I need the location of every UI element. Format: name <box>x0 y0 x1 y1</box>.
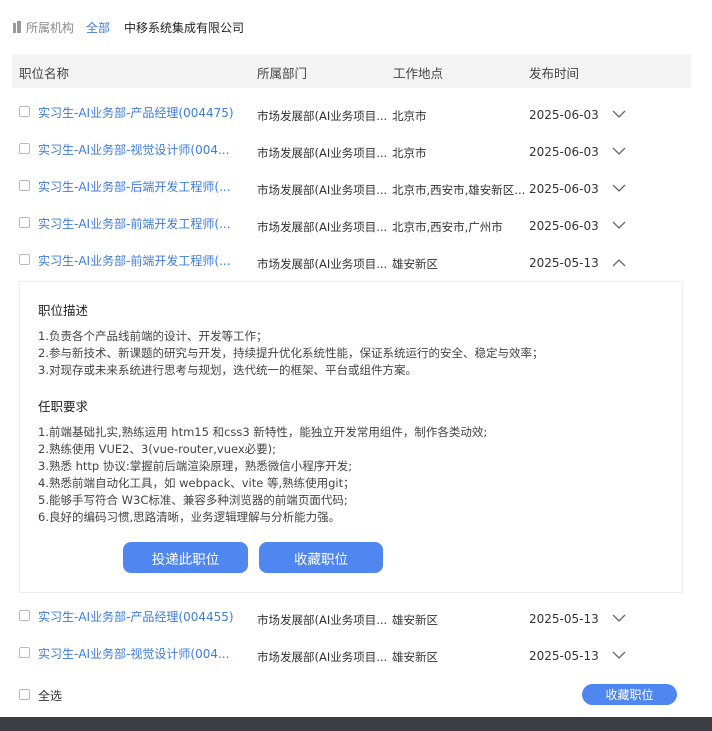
job-title-link[interactable]: 实习生-AI业务部-前端开发工程师(... <box>38 215 238 232</box>
job-title-link[interactable]: 实习生-AI业务部-产品经理(004455) <box>38 608 238 625</box>
chevron-down-icon[interactable] <box>612 110 626 119</box>
job-location: 北京市,西安市,广州市 <box>392 220 503 234</box>
requirement-line: 5.能够手写符合 W3C标准、兼容多种浏览器的前端页面代码; <box>38 493 348 507</box>
job-date: 2025-05-13 <box>529 256 599 270</box>
job-location: 北京市 <box>392 109 427 123</box>
org-filter-all-link[interactable]: 全部 <box>86 19 110 36</box>
requirement-line: 2.熟练使用 VUE2、3(vue-router,vuex必要); <box>38 442 277 456</box>
job-dept: 市场发展部(AI业务项目... <box>257 650 388 664</box>
select-all-label[interactable]: 全选 <box>38 687 62 704</box>
org-filter-label: 所属机构 <box>26 20 75 35</box>
job-dept: 市场发展部(AI业务项目... <box>257 220 388 234</box>
job-title-link[interactable]: 实习生-AI业务部-前端开发工程师(... <box>38 252 238 269</box>
job-location: 雄安新区 <box>392 257 438 271</box>
job-date: 2025-06-03 <box>529 219 599 233</box>
row-checkbox[interactable] <box>19 143 30 154</box>
bulk-favorite-button[interactable]: 收藏职位 <box>582 684 677 705</box>
table-row[interactable]: 实习生-AI业务部-视觉设计师(004... 市场发展部(AI业务项目... 北… <box>12 135 691 172</box>
chevron-down-icon[interactable] <box>612 147 626 156</box>
job-title-link[interactable]: 实习生-AI业务部-产品经理(004475) <box>38 104 238 121</box>
table-row[interactable]: 实习生-AI业务部-产品经理(004475) 市场发展部(AI业务项目... 北… <box>12 98 691 135</box>
job-location: 北京市,西安市,雄安新区... <box>392 183 526 197</box>
table-row[interactable]: 实习生-AI业务部-视觉设计师(004... 市场发展部(AI业务项目... 雄… <box>12 639 691 676</box>
job-location: 雄安新区 <box>392 613 438 627</box>
job-location: 雄安新区 <box>392 650 438 664</box>
header-dept: 所属部门 <box>257 66 308 81</box>
description-line: 3.对现存或未来系统进行思考与规划，迭代统一的框架、平台或组件方案。 <box>38 363 417 377</box>
requirement-line: 1.前端基础扎实,熟练运用 htm15 和css3 新特性，能独立开发常用组件，… <box>38 425 488 439</box>
job-description-text: 1.负责各个产品线前端的设计、开发等工作； 2.参与新技术、新课题的研究与开发，… <box>38 328 543 379</box>
apply-job-button[interactable]: 投递此职位 <box>123 542 248 573</box>
org-filter: 所属机构 全部 中移系统集成有限公司 <box>12 16 244 38</box>
table-footer: 全选 收藏职位 <box>12 684 691 706</box>
job-dept: 市场发展部(AI业务项目... <box>257 613 388 627</box>
chevron-down-icon[interactable] <box>612 651 626 660</box>
requirement-line: 6.良好的编码习惯,思路清晰，业务逻辑理解与分析能力强。 <box>38 510 341 524</box>
bottom-bar <box>0 717 712 731</box>
table-row[interactable]: 实习生-AI业务部-后端开发工程师(... 市场发展部(AI业务项目... 北京… <box>12 172 691 209</box>
row-checkbox[interactable] <box>19 106 30 117</box>
header-date: 发布时间 <box>529 66 580 81</box>
job-requirements-text: 1.前端基础扎实,熟练运用 htm15 和css3 新特性，能独立开发常用组件，… <box>38 424 487 526</box>
job-date: 2025-06-03 <box>529 108 599 122</box>
job-date: 2025-05-13 <box>529 612 599 626</box>
header-location: 工作地点 <box>393 66 444 81</box>
job-date: 2025-05-13 <box>529 649 599 663</box>
table-row[interactable]: 实习生-AI业务部-前端开发工程师(... 市场发展部(AI业务项目... 雄安… <box>12 246 691 283</box>
table-row[interactable]: 实习生-AI业务部-前端开发工程师(... 市场发展部(AI业务项目... 北京… <box>12 209 691 246</box>
favorite-job-button[interactable]: 收藏职位 <box>259 542 383 573</box>
row-checkbox[interactable] <box>19 180 30 191</box>
description-line: 2.参与新技术、新课题的研究与开发，持续提升优化系统性能，保证系统运行的安全、稳… <box>38 346 544 360</box>
building-icon <box>13 21 21 33</box>
row-checkbox[interactable] <box>19 254 30 265</box>
header-title: 职位名称 <box>19 66 70 81</box>
job-title-link[interactable]: 实习生-AI业务部-后端开发工程师(... <box>38 178 238 195</box>
chevron-up-icon[interactable] <box>612 258 626 267</box>
org-filter-company[interactable]: 中移系统集成有限公司 <box>124 19 244 36</box>
row-checkbox[interactable] <box>19 217 30 228</box>
job-date: 2025-06-03 <box>529 182 599 196</box>
job-title-link[interactable]: 实习生-AI业务部-视觉设计师(004... <box>38 645 238 662</box>
job-location: 北京市 <box>392 146 427 160</box>
chevron-down-icon[interactable] <box>612 184 626 193</box>
table-header: 职位名称 所属部门 工作地点 发布时间 <box>12 54 691 88</box>
job-dept: 市场发展部(AI业务项目... <box>257 146 388 160</box>
chevron-down-icon[interactable] <box>612 221 626 230</box>
job-dept: 市场发展部(AI业务项目... <box>257 109 388 123</box>
row-checkbox[interactable] <box>19 610 30 621</box>
job-dept: 市场发展部(AI业务项目... <box>257 257 388 271</box>
job-date: 2025-06-03 <box>529 145 599 159</box>
job-dept: 市场发展部(AI业务项目... <box>257 183 388 197</box>
description-line: 1.负责各个产品线前端的设计、开发等工作； <box>38 329 268 343</box>
job-detail-panel: 职位描述 1.负责各个产品线前端的设计、开发等工作； 2.参与新技术、新课题的研… <box>19 281 683 593</box>
job-requirements-title: 任职要求 <box>38 399 89 414</box>
job-title-link[interactable]: 实习生-AI业务部-视觉设计师(004... <box>38 141 238 158</box>
requirement-line: 4.熟悉前端自动化工具，如 webpack、vite 等,熟练使用git； <box>38 476 355 490</box>
row-checkbox[interactable] <box>19 647 30 658</box>
job-description-title: 职位描述 <box>38 303 89 318</box>
requirement-line: 3.熟悉 http 协议:掌握前后端渲染原理，熟悉微信小程序开发; <box>38 459 353 473</box>
table-row[interactable]: 实习生-AI业务部-产品经理(004455) 市场发展部(AI业务项目... 雄… <box>12 602 691 639</box>
chevron-down-icon[interactable] <box>612 614 626 623</box>
select-all-checkbox[interactable] <box>19 689 30 700</box>
